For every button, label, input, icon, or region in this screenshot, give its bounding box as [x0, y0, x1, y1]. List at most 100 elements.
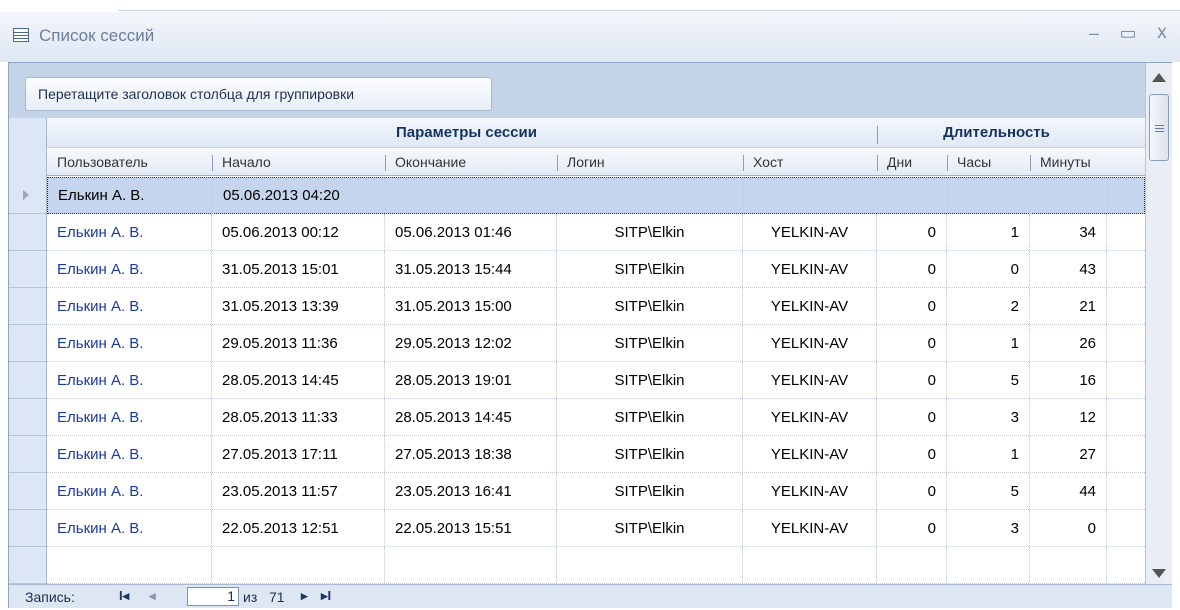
- row-indicator[interactable]: [9, 177, 47, 214]
- record-number-input[interactable]: 1: [187, 587, 239, 606]
- title-bar[interactable]: Список сессий – ▭ x: [0, 12, 1180, 62]
- host-cell[interactable]: YELKIN-AV: [743, 473, 877, 509]
- maximize-button[interactable]: ▭: [1115, 20, 1141, 46]
- table-row-partial[interactable]: [47, 547, 1145, 584]
- group-by-panel[interactable]: Перетащите заголовок столбца для группир…: [9, 63, 1145, 118]
- host-cell[interactable]: YELKIN-AV: [743, 325, 877, 361]
- host-cell[interactable]: YELKIN-AV: [743, 362, 877, 398]
- user-cell[interactable]: Елькин А. В.: [47, 214, 212, 250]
- hours-cell[interactable]: [947, 547, 1030, 583]
- scroll-up-icon[interactable]: [1152, 73, 1166, 82]
- row-indicator[interactable]: [9, 436, 47, 473]
- login-cell[interactable]: SITP\Elkin: [557, 362, 743, 398]
- user-cell[interactable]: Елькин А. В.: [47, 288, 212, 324]
- days-cell[interactable]: [877, 547, 947, 583]
- hours-cell[interactable]: 5: [947, 473, 1030, 509]
- days-cell[interactable]: 0: [877, 510, 947, 546]
- days-cell[interactable]: 0: [877, 325, 947, 361]
- hours-cell[interactable]: 3: [947, 510, 1030, 546]
- end-cell[interactable]: 28.05.2013 14:45: [385, 399, 557, 435]
- minutes-cell[interactable]: 43: [1030, 251, 1107, 287]
- end-cell[interactable]: [385, 547, 557, 583]
- days-cell[interactable]: 0: [877, 399, 947, 435]
- login-cell[interactable]: SITP\Elkin: [557, 325, 743, 361]
- scroll-thumb[interactable]: [1149, 94, 1169, 161]
- row-indicator[interactable]: [9, 214, 47, 251]
- start-cell[interactable]: [212, 547, 385, 583]
- host-cell[interactable]: [744, 178, 878, 214]
- end-cell[interactable]: 22.05.2013 15:51: [385, 510, 557, 546]
- user-cell[interactable]: Елькин А. В.: [47, 251, 212, 287]
- user-cell[interactable]: Елькин А. В.: [47, 325, 212, 361]
- hours-cell[interactable]: 1: [947, 214, 1030, 250]
- days-column-header[interactable]: Дни: [877, 148, 947, 176]
- table-row[interactable]: Елькин А. В. 22.05.2013 12:51 22.05.2013 1…: [47, 510, 1145, 547]
- host-cell[interactable]: YELKIN-AV: [743, 510, 877, 546]
- band-duration[interactable]: Длительность: [886, 118, 1107, 148]
- login-cell[interactable]: SITP\Elkin: [557, 288, 743, 324]
- login-cell[interactable]: SITP\Elkin: [557, 399, 743, 435]
- user-cell[interactable]: Елькин А. В.: [48, 178, 213, 214]
- hours-column-header[interactable]: Часы: [947, 148, 1030, 176]
- table-row[interactable]: Елькин А. В. 29.05.2013 11:36 29.05.2013 1…: [47, 325, 1145, 362]
- close-button[interactable]: x: [1149, 20, 1175, 46]
- login-cell[interactable]: SITP\Elkin: [557, 251, 743, 287]
- row-indicator[interactable]: [9, 510, 47, 547]
- start-cell[interactable]: 27.05.2013 17:11: [212, 436, 385, 472]
- start-cell[interactable]: 22.05.2013 12:51: [212, 510, 385, 546]
- user-cell[interactable]: Елькин А. В.: [47, 362, 212, 398]
- current-row[interactable]: Елькин А. В. 05.06.2013 04:20: [47, 177, 1145, 214]
- prev-record-icon[interactable]: ◂: [149, 588, 156, 604]
- days-cell[interactable]: 0: [877, 362, 947, 398]
- start-cell[interactable]: 29.05.2013 11:36: [212, 325, 385, 361]
- minutes-cell[interactable]: [1031, 178, 1108, 214]
- login-cell[interactable]: SITP\Elkin: [557, 510, 743, 546]
- hours-cell[interactable]: [948, 178, 1031, 214]
- end-column-header[interactable]: Окончание: [385, 148, 557, 176]
- minutes-cell[interactable]: 12: [1030, 399, 1107, 435]
- days-cell[interactable]: [878, 178, 948, 214]
- minutes-cell[interactable]: 34: [1030, 214, 1107, 250]
- table-row[interactable]: Елькин А. В. 05.06.2013 00:12 05.06.2013 0…: [47, 214, 1145, 251]
- start-cell[interactable]: 31.05.2013 13:39: [212, 288, 385, 324]
- host-cell[interactable]: YELKIN-AV: [743, 288, 877, 324]
- table-row[interactable]: Елькин А. В. 31.05.2013 15:01 31.05.2013 1…: [47, 251, 1145, 288]
- minutes-cell[interactable]: 26: [1030, 325, 1107, 361]
- end-cell[interactable]: 31.05.2013 15:44: [385, 251, 557, 287]
- host-cell[interactable]: YELKIN-AV: [743, 251, 877, 287]
- minutes-cell[interactable]: [1030, 547, 1107, 583]
- login-cell[interactable]: SITP\Elkin: [557, 436, 743, 472]
- hours-cell[interactable]: 1: [947, 325, 1030, 361]
- login-column-header[interactable]: Логин: [557, 148, 743, 176]
- minimize-button[interactable]: –: [1081, 20, 1107, 46]
- next-record-icon[interactable]: ▸: [301, 588, 308, 604]
- host-cell[interactable]: YELKIN-AV: [743, 436, 877, 472]
- row-indicator[interactable]: [9, 251, 47, 288]
- hours-cell[interactable]: 1: [947, 436, 1030, 472]
- start-column-header[interactable]: Начало: [212, 148, 385, 176]
- scroll-down-icon[interactable]: [1152, 569, 1166, 578]
- minutes-cell[interactable]: 0: [1030, 510, 1107, 546]
- end-cell[interactable]: 05.06.2013 01:46: [385, 214, 557, 250]
- days-cell[interactable]: 0: [877, 214, 947, 250]
- minutes-cell[interactable]: 21: [1030, 288, 1107, 324]
- days-cell[interactable]: 0: [877, 473, 947, 509]
- first-record-icon[interactable]: I◂: [119, 588, 129, 604]
- login-cell[interactable]: [558, 178, 744, 214]
- vertical-scrollbar[interactable]: [1145, 63, 1172, 584]
- table-row[interactable]: Елькин А. В. 27.05.2013 17:11 27.05.2013 1…: [47, 436, 1145, 473]
- host-cell[interactable]: [743, 547, 877, 583]
- end-cell[interactable]: 23.05.2013 16:41: [385, 473, 557, 509]
- user-cell[interactable]: [47, 547, 212, 583]
- row-indicator[interactable]: [9, 473, 47, 510]
- start-cell[interactable]: 05.06.2013 00:12: [212, 214, 385, 250]
- minutes-cell[interactable]: 44: [1030, 473, 1107, 509]
- end-cell[interactable]: 31.05.2013 15:00: [385, 288, 557, 324]
- user-column-header[interactable]: Пользователь: [47, 148, 212, 176]
- user-cell[interactable]: Елькин А. В.: [47, 436, 212, 472]
- end-cell[interactable]: 27.05.2013 18:38: [385, 436, 557, 472]
- start-cell[interactable]: 28.05.2013 14:45: [212, 362, 385, 398]
- row-indicator[interactable]: [9, 362, 47, 399]
- start-cell[interactable]: 23.05.2013 11:57: [212, 473, 385, 509]
- row-indicator[interactable]: [9, 399, 47, 436]
